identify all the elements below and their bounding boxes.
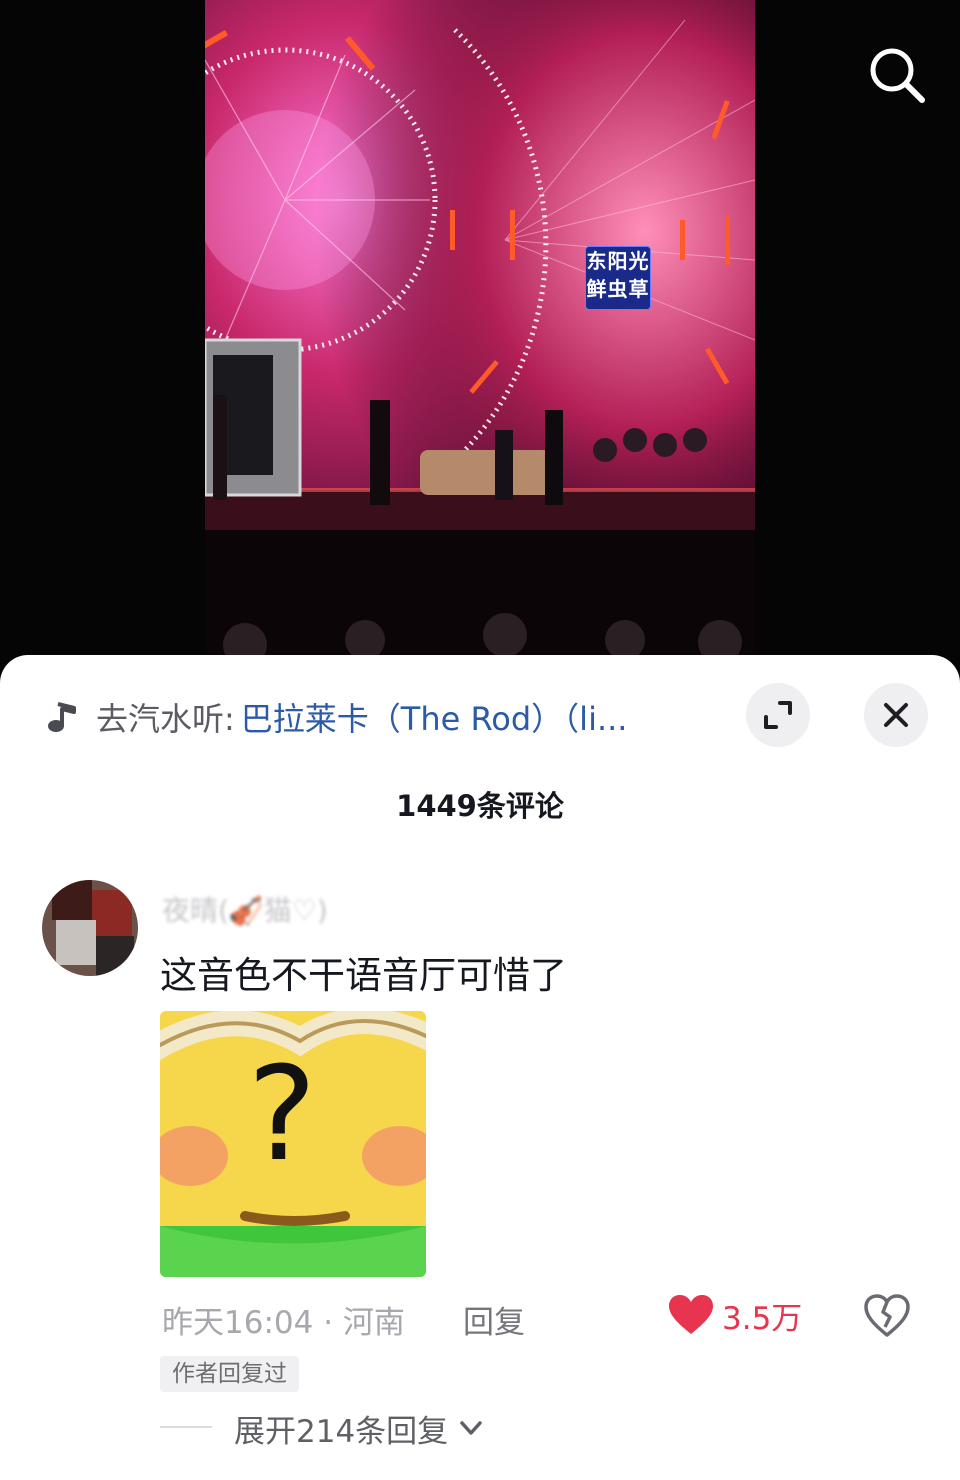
expand-replies-label: 展开214条回复	[234, 1413, 449, 1450]
avatar[interactable]	[42, 880, 138, 976]
stage-video-frame	[205, 0, 755, 660]
heart-icon	[669, 1295, 713, 1334]
music-link[interactable]: 去汽水听: 巴拉莱卡（The Rod）（li...	[44, 695, 724, 739]
chevron-down-icon	[460, 1421, 482, 1435]
author-replied-badge: 作者回复过	[160, 1356, 299, 1392]
reply-button[interactable]: 回复	[463, 1297, 525, 1342]
username[interactable]: 夜晴(🎻猫♡)	[162, 889, 328, 929]
expand-button[interactable]	[746, 683, 810, 747]
divider-line	[160, 1426, 212, 1428]
broken-heart-icon	[864, 1294, 910, 1337]
comment-sheet: 去汽水听: 巴拉莱卡（The Rod）（li... 1449条评论 夜晴(🎻猫♡…	[0, 655, 960, 1480]
comment-count: 1449条评论	[396, 789, 564, 823]
music-title: 巴拉莱卡（The Rod）（li...	[240, 700, 628, 738]
expand-icon	[764, 701, 792, 729]
comment-text: 这音色不干语音厅可惜了	[160, 954, 567, 997]
question-face-sticker: ?	[160, 1011, 426, 1277]
banner-line-2: 鲜虫草	[586, 277, 650, 301]
close-icon	[884, 703, 908, 727]
dislike-button[interactable]	[862, 1291, 912, 1341]
expand-replies-button[interactable]: 展开214条回复	[234, 1405, 484, 1451]
comment-sticker[interactable]: ?	[160, 1011, 426, 1277]
banner-line-1: 东阳光	[586, 249, 650, 273]
search-icon	[870, 48, 925, 103]
svg-text:?: ?	[248, 1038, 317, 1190]
music-note-icon	[48, 702, 76, 732]
video-player[interactable]: 东阳光 鲜虫草	[0, 0, 960, 680]
like-count: 3.5万	[722, 1300, 803, 1337]
stage-scene	[205, 0, 755, 660]
comment-time-location: 昨天16:04 · 河南	[162, 1305, 405, 1341]
sponsor-banner: 东阳光 鲜虫草	[585, 246, 651, 310]
search-button[interactable]	[862, 40, 930, 108]
close-button[interactable]	[864, 683, 928, 747]
like-button[interactable]: 3.5万	[668, 1291, 802, 1339]
music-prefix: 去汽水听:	[96, 700, 235, 738]
